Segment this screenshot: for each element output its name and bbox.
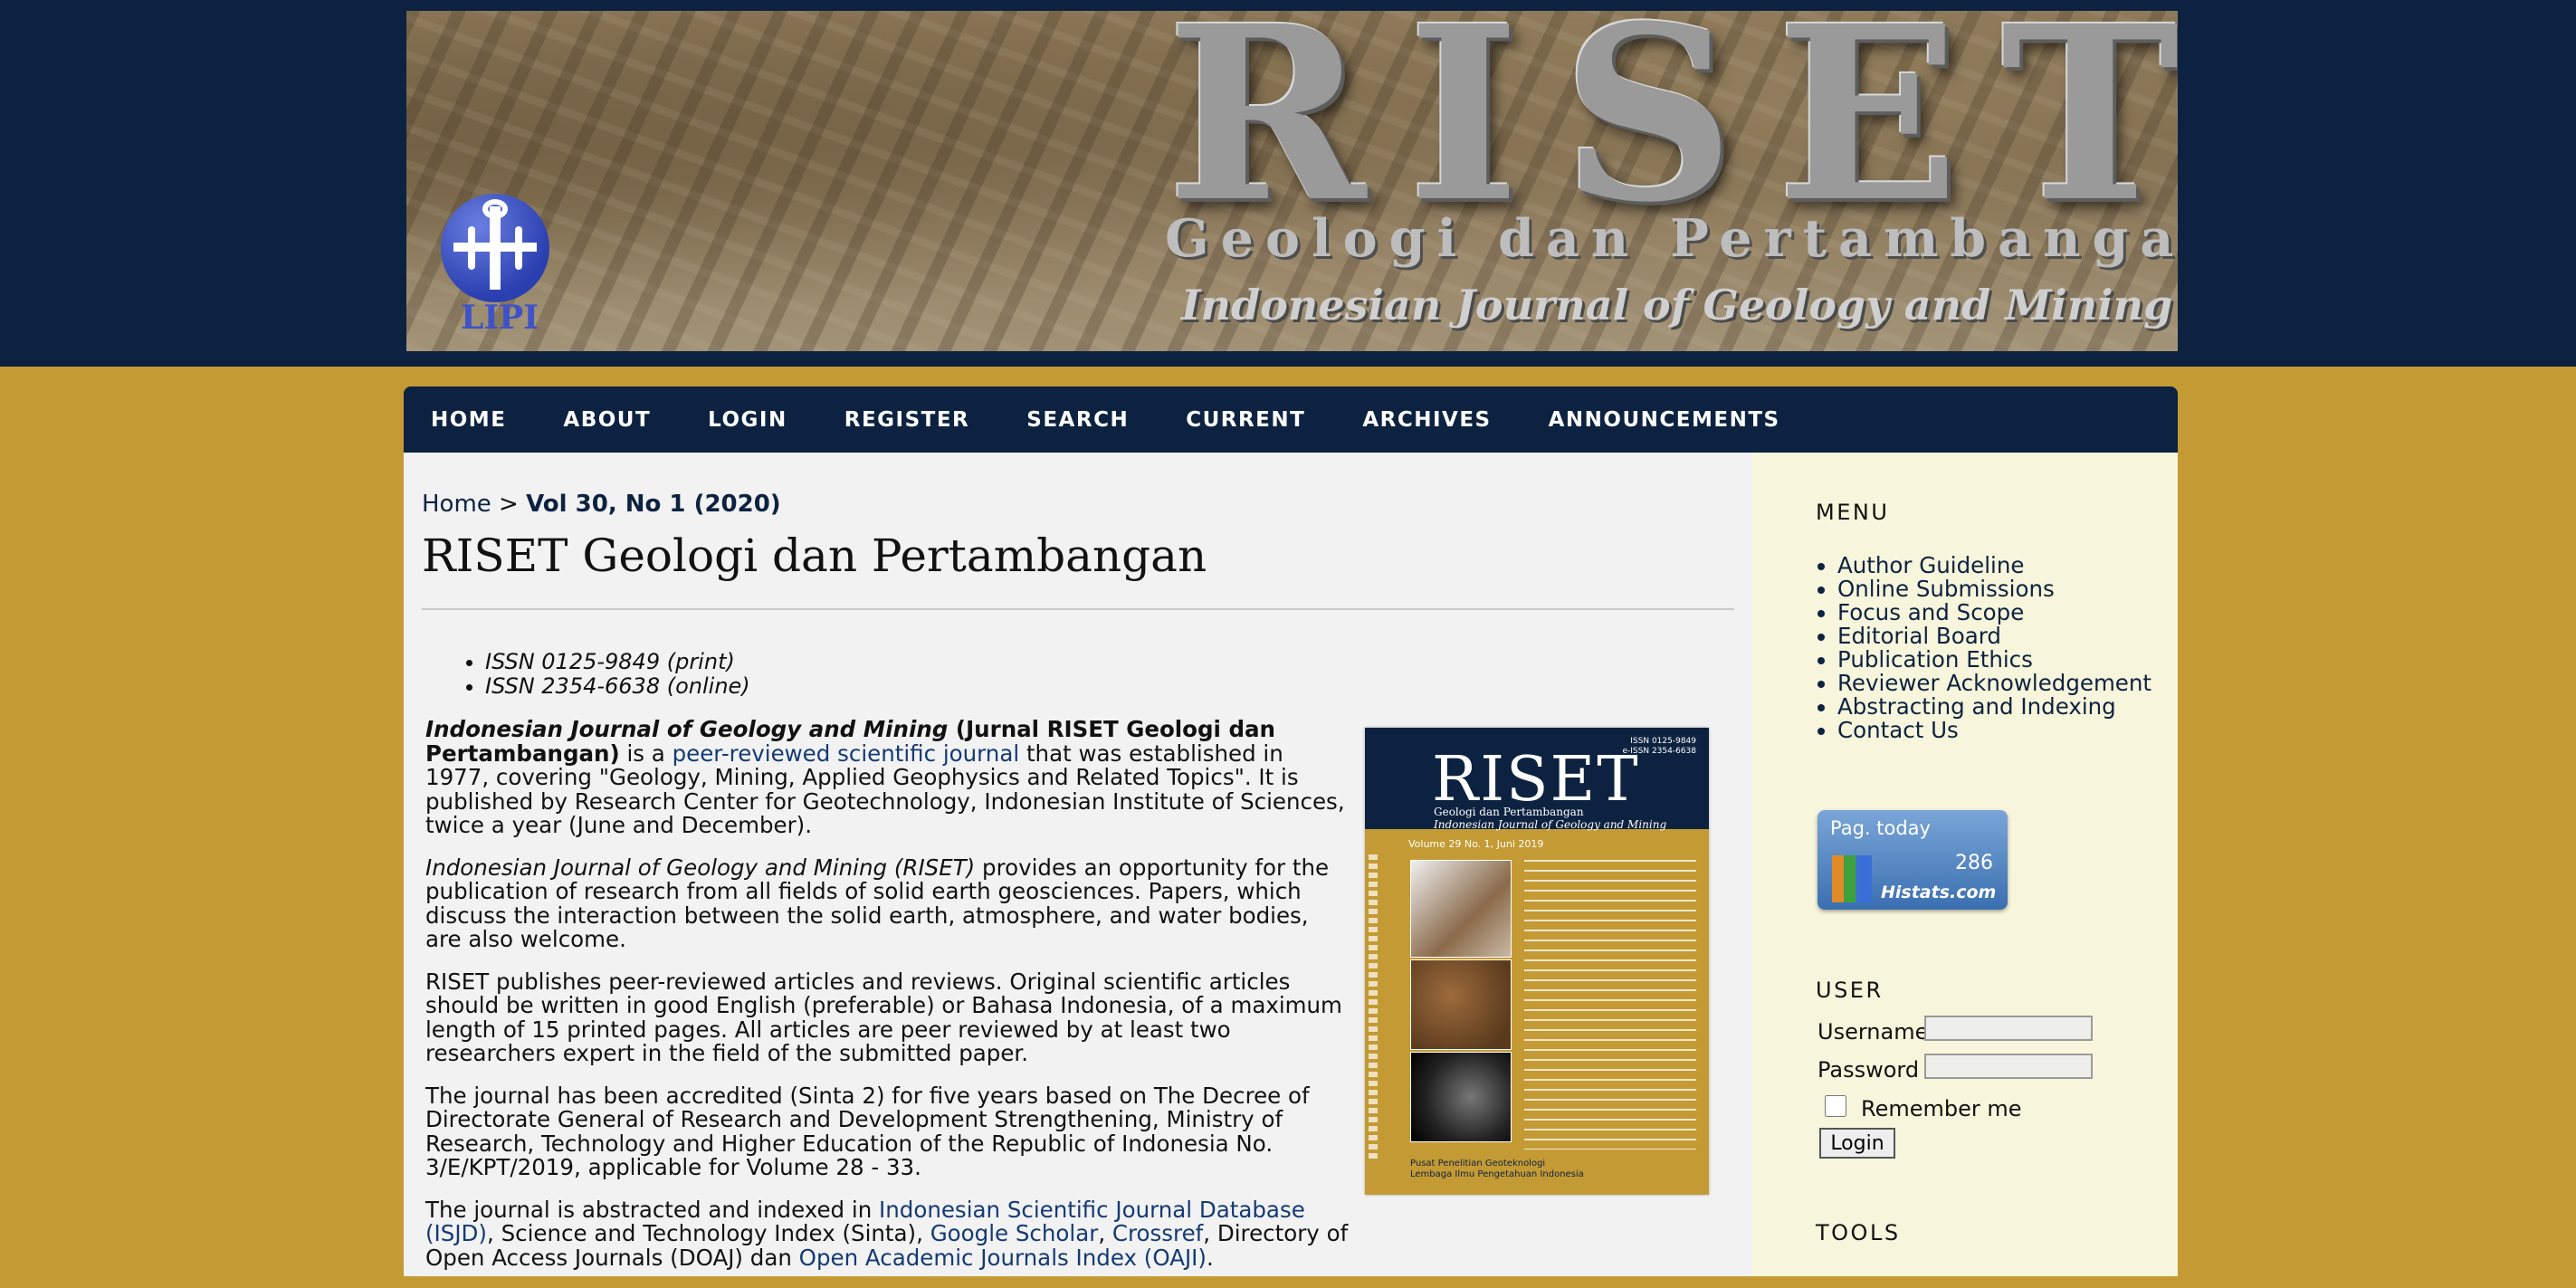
cover-tagline: Indonesian Journal of Geology and Mining	[1434, 818, 1667, 831]
peer-reviewed-link[interactable]: peer-reviewed scientific journal	[673, 740, 1020, 767]
banner-subtitle: Geologi dan Pertambangan	[1165, 208, 2178, 269]
remember-me-checkbox[interactable]	[1825, 1095, 1846, 1117]
nav-archives[interactable]: ARCHIVES	[1362, 408, 1491, 432]
crossref-link[interactable]: Crossref	[1112, 1220, 1203, 1246]
nav-current[interactable]: CURRENT	[1186, 408, 1305, 432]
oaji-link[interactable]: Open Academic Journals Index (OAJI)	[799, 1245, 1207, 1271]
text-segment: The journal is abstracted and indexed in	[425, 1196, 880, 1223]
cover-subtitle: Geologi dan Pertambangan	[1434, 806, 1584, 818]
login-button[interactable]: Login	[1819, 1128, 1895, 1159]
title-divider	[422, 608, 1734, 610]
google-scholar-link[interactable]: Google Scholar	[930, 1220, 1099, 1246]
issn-print: ISSN 0125-9849 (print)	[485, 650, 750, 674]
password-label: Password	[1818, 1057, 1920, 1083]
nav-home[interactable]: HOME	[431, 408, 506, 432]
paragraph-intro: Indonesian Journal of Geology and Mining…	[425, 716, 1349, 838]
tools-heading: TOOLS	[1816, 1220, 1901, 1245]
paragraph-indexing: The journal is abstracted and indexed in…	[425, 1196, 1349, 1271]
cover-volume: Volume 29 No. 1, Juni 2019	[1408, 838, 1544, 850]
banner-title: RISET	[1167, 11, 2178, 255]
paragraph-articles: RISET publishes peer-reviewed articles a…	[425, 968, 1342, 1066]
journal-name-en: Indonesian Journal of Geology and Mining	[425, 716, 949, 742]
menu-author-guideline[interactable]: Author Guideline	[1837, 554, 2151, 577]
page-title: RISET Geologi dan Pertambangan	[422, 530, 1207, 582]
cover-article-list	[1524, 860, 1696, 1150]
cover-publisher-line2: Lembaga Ilmu Pengetahuan Indonesia	[1410, 1169, 1584, 1179]
text-segment: , Science and Technology Index (Sinta),	[487, 1220, 930, 1246]
text-segment: is a	[619, 739, 673, 767]
text-segment: .	[1206, 1244, 1214, 1271]
journal-banner[interactable]: RISET Geologi dan Pertambangan Indonesia…	[406, 11, 2178, 351]
breadcrumb-home-link[interactable]: Home	[422, 491, 491, 518]
menu-focus-scope[interactable]: Focus and Scope	[1837, 601, 2151, 625]
issn-online: ISSN 2354-6638 (online)	[485, 674, 750, 699]
header-band: RISET Geologi dan Pertambangan Indonesia…	[0, 0, 2576, 367]
username-input[interactable]	[1924, 1016, 2093, 1041]
text-segment: ,	[1098, 1220, 1112, 1246]
nav-about[interactable]: ABOUT	[563, 408, 651, 432]
nav-login[interactable]: LOGIN	[708, 408, 787, 432]
menu-publication-ethics[interactable]: Publication Ethics	[1837, 648, 2151, 672]
histats-brand: Histats.com	[1881, 883, 1997, 902]
cover-publisher-line1: Pusat Penelitian Geoteknologi	[1410, 1159, 1546, 1169]
histats-counter-widget[interactable]: Pag. today 286 Histats.com	[1818, 810, 2008, 910]
breadcrumb-current[interactable]: Vol 30, No 1 (2020)	[526, 491, 781, 518]
lipi-logo-icon	[441, 194, 549, 302]
banner-tagline: Indonesian Journal of Geology and Mining	[1181, 281, 2173, 329]
menu-abstracting-indexing[interactable]: Abstracting and Indexing	[1837, 695, 2151, 719]
sidebar-menu: Author Guideline Online Submissions Focu…	[1816, 554, 2151, 742]
paragraph-scope: Indonesian Journal of Geology and Mining…	[425, 854, 1349, 952]
menu-heading: MENU	[1816, 500, 1890, 525]
username-label: Username	[1818, 1019, 1929, 1045]
breadcrumb: Home > Vol 30, No 1 (2020)	[422, 491, 781, 518]
histats-label: Pag. today	[1830, 817, 1931, 839]
breadcrumb-separator: >	[499, 491, 519, 518]
cover-photo-3	[1410, 1052, 1512, 1142]
cover-spine	[1369, 854, 1378, 1162]
journal-name-italic: Indonesian Journal of Geology and Mining…	[425, 854, 976, 881]
nav-announcements[interactable]: ANNOUNCEMENTS	[1549, 408, 1780, 432]
histats-count: 286	[1955, 852, 1993, 874]
menu-contact-us[interactable]: Contact Us	[1837, 719, 2151, 742]
nav-search[interactable]: SEARCH	[1026, 408, 1129, 432]
paragraph-accreditation: The journal has been accredited (Sinta 2…	[425, 1082, 1310, 1180]
password-row: Password	[1818, 1054, 2093, 1083]
username-row: Username	[1818, 1016, 2093, 1045]
password-input[interactable]	[1924, 1054, 2093, 1079]
menu-editorial-board[interactable]: Editorial Board	[1837, 625, 2151, 648]
cover-publisher: Pusat Penelitian Geoteknologi Lembaga Ilm…	[1410, 1159, 1584, 1180]
cover-photo-2	[1410, 959, 1512, 1050]
cover-photo-1	[1410, 860, 1512, 958]
menu-reviewer-acknowledgement[interactable]: Reviewer Acknowledgement	[1837, 672, 2151, 695]
main-navigation: HOME ABOUT LOGIN REGISTER SEARCH CURRENT…	[404, 386, 2178, 453]
journal-description: Indonesian Journal of Geology and Mining…	[425, 716, 1349, 1288]
nav-register[interactable]: REGISTER	[844, 408, 970, 432]
user-heading: USER	[1816, 978, 1884, 1003]
cover-issn-print: ISSN 0125-9849	[1630, 737, 1696, 746]
journal-cover-image: ISSN 0125-9849 e-ISSN 2354-6638 RISET Geo…	[1365, 728, 1709, 1195]
issn-list: ISSN 0125-9849 (print) ISSN 2354-6638 (o…	[458, 650, 750, 699]
right-sidebar: MENU Author Guideline Online Submissions…	[1752, 453, 2178, 1276]
menu-online-submissions[interactable]: Online Submissions	[1837, 577, 2151, 601]
main-content: Home > Vol 30, No 1 (2020) RISET Geologi…	[404, 453, 1752, 1276]
remember-me-label: Remember me	[1861, 1096, 2022, 1121]
histats-bars-icon	[1832, 855, 1872, 902]
lipi-logo-text: LIPI	[461, 299, 539, 337]
